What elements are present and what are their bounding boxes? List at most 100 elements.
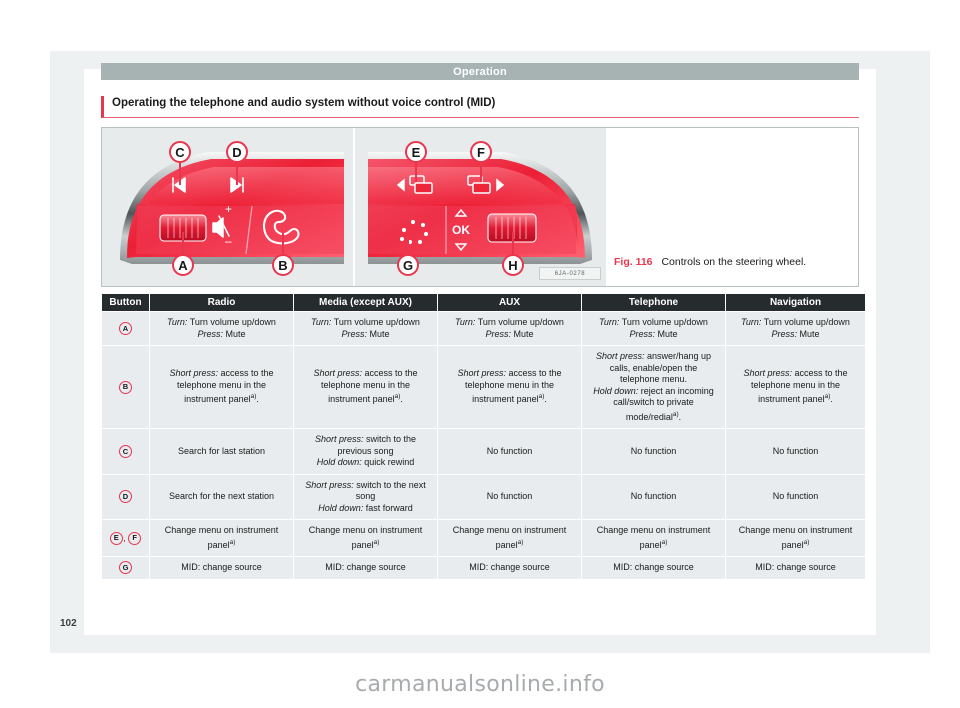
cell-keyword: Hold down: — [318, 502, 364, 513]
cell-keyword: Turn: — [741, 317, 762, 327]
footnote-marker: a) — [517, 538, 524, 546]
table-cell: No function — [726, 474, 865, 519]
cell-text: Change menu on instrument panel — [738, 525, 853, 550]
cell-line: Change menu on instrument panela) — [301, 525, 430, 551]
cell-text: Change menu on instrument panel — [308, 525, 423, 550]
col-header-media: Media (except AUX) — [294, 294, 437, 311]
table-cell: MID: change source — [726, 557, 865, 579]
table-cell: Change menu on instrument panela) — [582, 520, 725, 556]
callout-d: D — [226, 141, 248, 163]
figure-code: 6JA-0278 — [539, 267, 601, 280]
button-badge-f: F — [128, 531, 142, 545]
col-header-radio: Radio — [150, 294, 293, 311]
cell-text: Change menu on instrument panel — [164, 525, 279, 550]
cell-text: Turn volume up/down — [331, 317, 420, 327]
cell-line: Short press: access to the telephone men… — [301, 368, 430, 406]
cell-line: Change menu on instrument panela) — [157, 525, 286, 551]
button-cell: G — [102, 557, 149, 579]
cell-text: MID: change source — [181, 562, 262, 572]
cell-text: No function — [772, 445, 819, 456]
table-body: A Turn: Turn volume up/down Press: Mute Tur… — [102, 312, 865, 579]
button-cell: D — [102, 474, 149, 519]
cell-keyword: Turn: — [311, 317, 332, 327]
cell-keyword: Short press: — [305, 479, 354, 490]
table-row: G MID: change source MID: change source MID… — [102, 557, 865, 579]
cell-text: quick rewind — [361, 457, 415, 467]
table-cell: Short press: switch to the next song Hold… — [294, 474, 437, 519]
button-badge-d: D — [119, 490, 132, 504]
section-heading: Operating the telephone and audio system… — [101, 96, 859, 118]
cell-keyword: Turn: — [167, 317, 188, 327]
figure-frame: + – OK C D A B E F G H 6JA-0278 Fig. 116… — [101, 127, 859, 287]
chapter-title: Operation — [453, 65, 507, 78]
footnote-marker: a) — [803, 538, 810, 546]
table-header-row: Button Radio Media (except AUX) AUX Tele… — [102, 294, 865, 311]
cell-line: MID: change source — [733, 562, 858, 574]
cell-line: Short press: access to the telephone men… — [733, 368, 858, 406]
table-cell: Short press: access to the telephone men… — [438, 346, 581, 428]
cell-line: Turn: Turn volume up/down — [301, 317, 430, 329]
cell-line: Short press: switch to the next song — [301, 480, 430, 503]
leader-e — [415, 160, 418, 182]
cell-text: MID: change source — [755, 562, 836, 572]
cell-text: MID: change source — [469, 562, 550, 572]
cell-text: Mute — [223, 328, 246, 339]
leader-f — [480, 160, 483, 182]
table-cell: Search for the next station — [150, 474, 293, 519]
table-row: D Search for the next station Short press:… — [102, 474, 865, 519]
cell-text: Mute — [367, 328, 390, 339]
table-cell: No function — [582, 429, 725, 474]
cell-text: switch to the next song — [353, 479, 426, 502]
table-cell: Turn: Turn volume up/down Press: Mute — [294, 312, 437, 345]
cell-line: Turn: Turn volume up/down — [733, 317, 858, 329]
cell-keyword: Short press: — [314, 434, 364, 444]
button-separator: , — [123, 533, 128, 543]
cell-line: Turn: Turn volume up/down — [445, 317, 574, 329]
cell-line: Press: Mute — [589, 329, 718, 341]
table-row: C Search for last station Short press: swi… — [102, 429, 865, 474]
cell-text: Turn volume up/down — [761, 317, 850, 327]
cell-text: No function — [772, 491, 819, 501]
steering-wheel-illustration: + – OK C D A B E F G H 6JA-0278 — [102, 128, 606, 286]
figure-caption: Fig. 116 Controls on the steering wheel. — [614, 256, 806, 268]
footnote-marker: a) — [373, 538, 380, 546]
table-cell: Turn: Turn volume up/down Press: Mute — [582, 312, 725, 345]
cell-text: Turn volume up/down — [619, 317, 708, 327]
table-cell: Short press: access to the telephone men… — [150, 346, 293, 428]
button-cell: C — [102, 429, 149, 474]
cell-keyword: Short press: — [743, 368, 792, 379]
cell-text: MID: change source — [613, 562, 694, 572]
chapter-bar: Operation — [101, 63, 859, 80]
cell-line: Short press: access to the telephone men… — [445, 368, 574, 406]
button-cell: B — [102, 346, 149, 428]
cell-line: Press: Mute — [733, 329, 858, 341]
button-badge-g: G — [119, 561, 132, 575]
cell-text: No function — [630, 491, 677, 501]
cell-line: Short press: answer/hang up calls, enabl… — [589, 351, 718, 386]
button-badge-c: C — [119, 444, 132, 458]
cell-line: No function — [733, 491, 858, 503]
cell-line: Turn: Turn volume up/down — [157, 317, 286, 329]
cell-keyword: Hold down: — [316, 457, 362, 467]
table-cell: Search for last station — [150, 429, 293, 474]
figure-caption-text: Controls on the steering wheel. — [661, 256, 807, 268]
left-steering-wheel-graphic: + – — [120, 152, 344, 264]
cell-line: Change menu on instrument panela) — [445, 525, 574, 551]
cell-text: Mute — [511, 328, 534, 339]
cell-text-tail: . — [544, 394, 547, 405]
cell-keyword: Turn: — [599, 317, 620, 327]
cell-line: MID: change source — [589, 562, 718, 574]
table-cell: Turn: Turn volume up/down Press: Mute — [726, 312, 865, 345]
table-cell: Change menu on instrument panela) — [438, 520, 581, 556]
table-cell: MID: change source — [294, 557, 437, 579]
button-cell: A — [102, 312, 149, 345]
table-cell: Short press: access to the telephone men… — [726, 346, 865, 428]
cell-text-tail: . — [256, 394, 259, 405]
cell-line: Change menu on instrument panela) — [589, 525, 718, 551]
cell-text: Turn volume up/down — [475, 317, 564, 327]
cell-keyword: Short press: — [457, 368, 506, 379]
cell-keyword: Press: — [629, 328, 655, 339]
cell-text: No function — [486, 445, 533, 456]
footnote-marker: a) — [661, 538, 668, 546]
cell-text: No function — [486, 491, 533, 501]
